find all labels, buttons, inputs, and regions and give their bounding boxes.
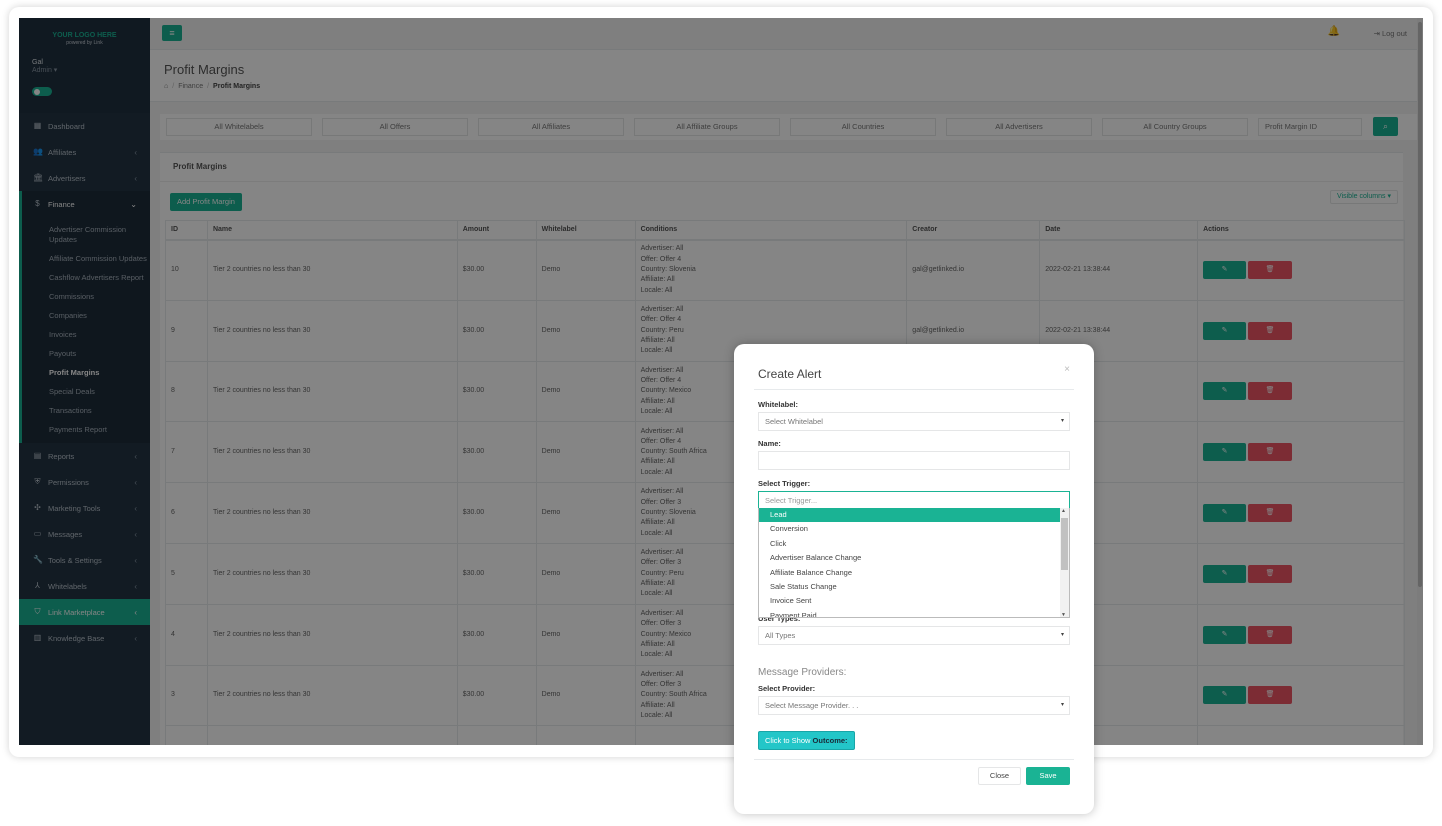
trigger-dropdown: Lead Conversion Click Advertiser Balance… — [758, 508, 1070, 618]
scroll-down-icon[interactable]: ▼ — [1061, 612, 1066, 617]
modal-title: Create Alert — [758, 367, 822, 381]
trigger-option-sale-status-change[interactable]: Sale Status Change — [759, 580, 1061, 594]
name-input[interactable] — [758, 451, 1070, 470]
user-types-select[interactable]: All Types ▾ — [758, 626, 1070, 645]
divider — [754, 389, 1074, 390]
modal-backdrop[interactable] — [19, 18, 1423, 745]
trigger-label: Select Trigger: — [758, 479, 811, 488]
save-button[interactable]: Save — [1026, 767, 1070, 785]
whitelabel-select[interactable]: Select Whitelabel ▾ — [758, 412, 1070, 431]
trigger-option-invoice-sent[interactable]: Invoice Sent — [759, 594, 1061, 608]
whitelabel-label: Whitelabel: — [758, 400, 799, 409]
scroll-up-icon[interactable]: ▲ — [1061, 508, 1066, 514]
caret-down-icon: ▾ — [1060, 702, 1064, 708]
trigger-option-affiliate-balance-change[interactable]: Affiliate Balance Change — [759, 566, 1061, 580]
provider-label: Select Provider: — [758, 684, 816, 693]
dropdown-scrollbar[interactable]: ▲ ▼ — [1060, 508, 1069, 617]
caret-down-icon: ▾ — [1060, 418, 1064, 424]
name-label: Name: — [758, 439, 781, 448]
divider — [754, 759, 1074, 760]
close-button[interactable]: Close — [978, 767, 1021, 785]
create-alert-modal: Create Alert × Whitelabel: Select Whitel… — [734, 344, 1094, 814]
caret-down-icon: ▾ — [1060, 632, 1064, 638]
trigger-option-advertiser-balance-change[interactable]: Advertiser Balance Change — [759, 551, 1061, 565]
message-providers-heading: Message Providers: — [758, 667, 847, 678]
dropdown-scrollbar-thumb[interactable] — [1061, 518, 1068, 570]
trigger-option-payment-paid[interactable]: Payment Paid — [759, 609, 1061, 617]
provider-select[interactable]: Select Message Provider. . . ▾ — [758, 696, 1070, 715]
trigger-option-conversion[interactable]: Conversion — [759, 522, 1061, 536]
close-icon[interactable]: × — [1064, 364, 1070, 375]
trigger-option-lead[interactable]: Lead — [759, 508, 1061, 523]
trigger-option-click[interactable]: Click — [759, 537, 1061, 551]
show-outcome-button[interactable]: Click to Show Outcome: — [758, 731, 855, 750]
